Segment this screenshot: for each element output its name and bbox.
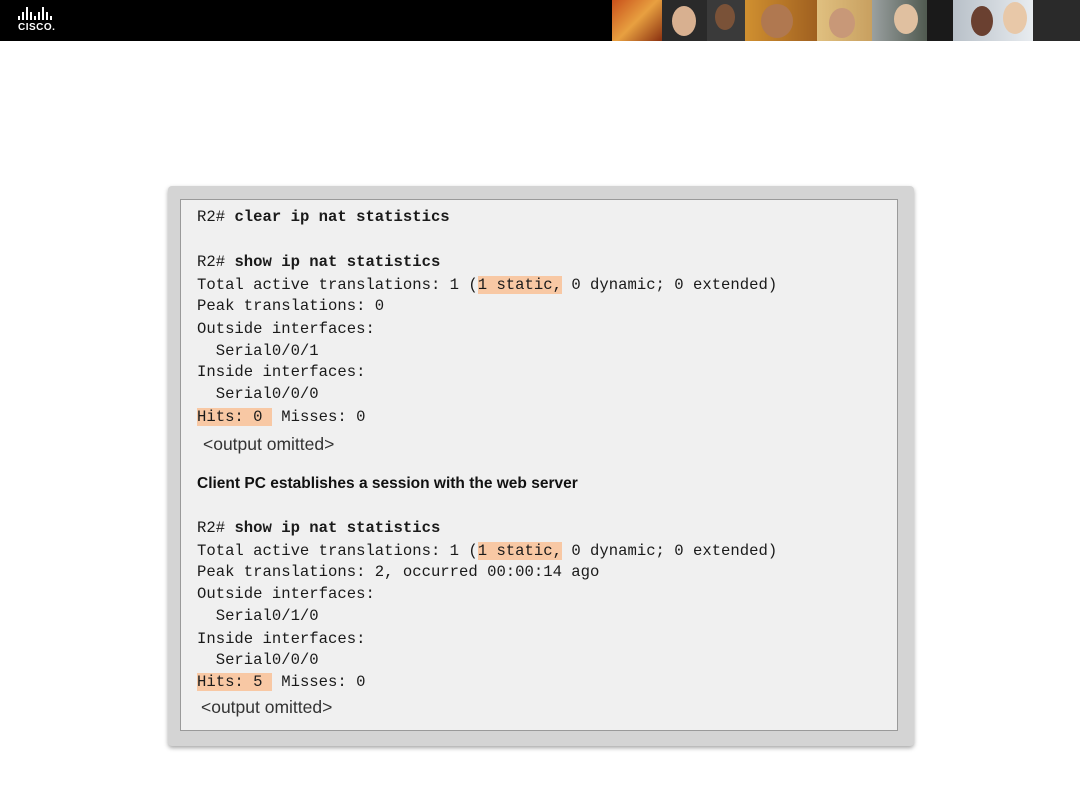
output-inside-interfaces: Inside interfaces: <box>197 363 366 381</box>
output-hits-misses: Hits: 5 Misses: 0 <box>197 673 366 691</box>
session-caption: Client PC establishes a session with the… <box>197 475 578 492</box>
photo-5 <box>817 0 872 41</box>
command-line: R2# show ip nat statistics <box>197 519 441 537</box>
cli-output-box: R2# clear ip nat statistics R2# show ip … <box>180 199 898 731</box>
photo-4 <box>745 0 817 41</box>
output-total-translations: Total active translations: 1 (1 static, … <box>197 542 778 560</box>
cli-output-panel: R2# clear ip nat statistics R2# show ip … <box>168 186 914 746</box>
command-line: R2# show ip nat statistics <box>197 253 441 271</box>
photo-8 <box>953 0 1033 41</box>
output-peak-translations: Peak translations: 0 <box>197 297 385 315</box>
output-inside-interfaces: Inside interfaces: <box>197 630 366 648</box>
header-bar: CISCO. <box>0 0 1080 41</box>
output-outside-interfaces: Outside interfaces: <box>197 320 375 338</box>
output-omitted-note: <output omitted> <box>203 434 335 454</box>
command-line: R2# clear ip nat statistics <box>197 208 450 226</box>
cisco-logo-bars-icon <box>18 7 78 20</box>
output-hits-misses: Hits: 0 Misses: 0 <box>197 408 366 426</box>
output-peak-translations: Peak translations: 2, occurred 00:00:14 … <box>197 563 600 581</box>
cisco-logo: CISCO. <box>18 7 78 35</box>
photo-9 <box>1033 0 1080 41</box>
output-outside-interface-name: Serial0/0/1 <box>197 342 319 360</box>
cisco-logo-text: CISCO. <box>18 22 56 33</box>
output-inside-interface-name: Serial0/0/0 <box>197 385 319 403</box>
output-outside-interface-name: Serial0/1/0 <box>197 607 319 625</box>
photo-2 <box>662 0 707 41</box>
output-total-translations: Total active translations: 1 (1 static, … <box>197 276 778 294</box>
people-photo-strip <box>612 0 1080 41</box>
output-inside-interface-name: Serial0/0/0 <box>197 651 319 669</box>
output-omitted-note: <output omitted> <box>201 697 333 717</box>
photo-3 <box>707 0 745 41</box>
photo-6 <box>872 0 927 41</box>
output-outside-interfaces: Outside interfaces: <box>197 585 375 603</box>
photo-1 <box>612 0 662 41</box>
photo-7 <box>927 0 953 41</box>
